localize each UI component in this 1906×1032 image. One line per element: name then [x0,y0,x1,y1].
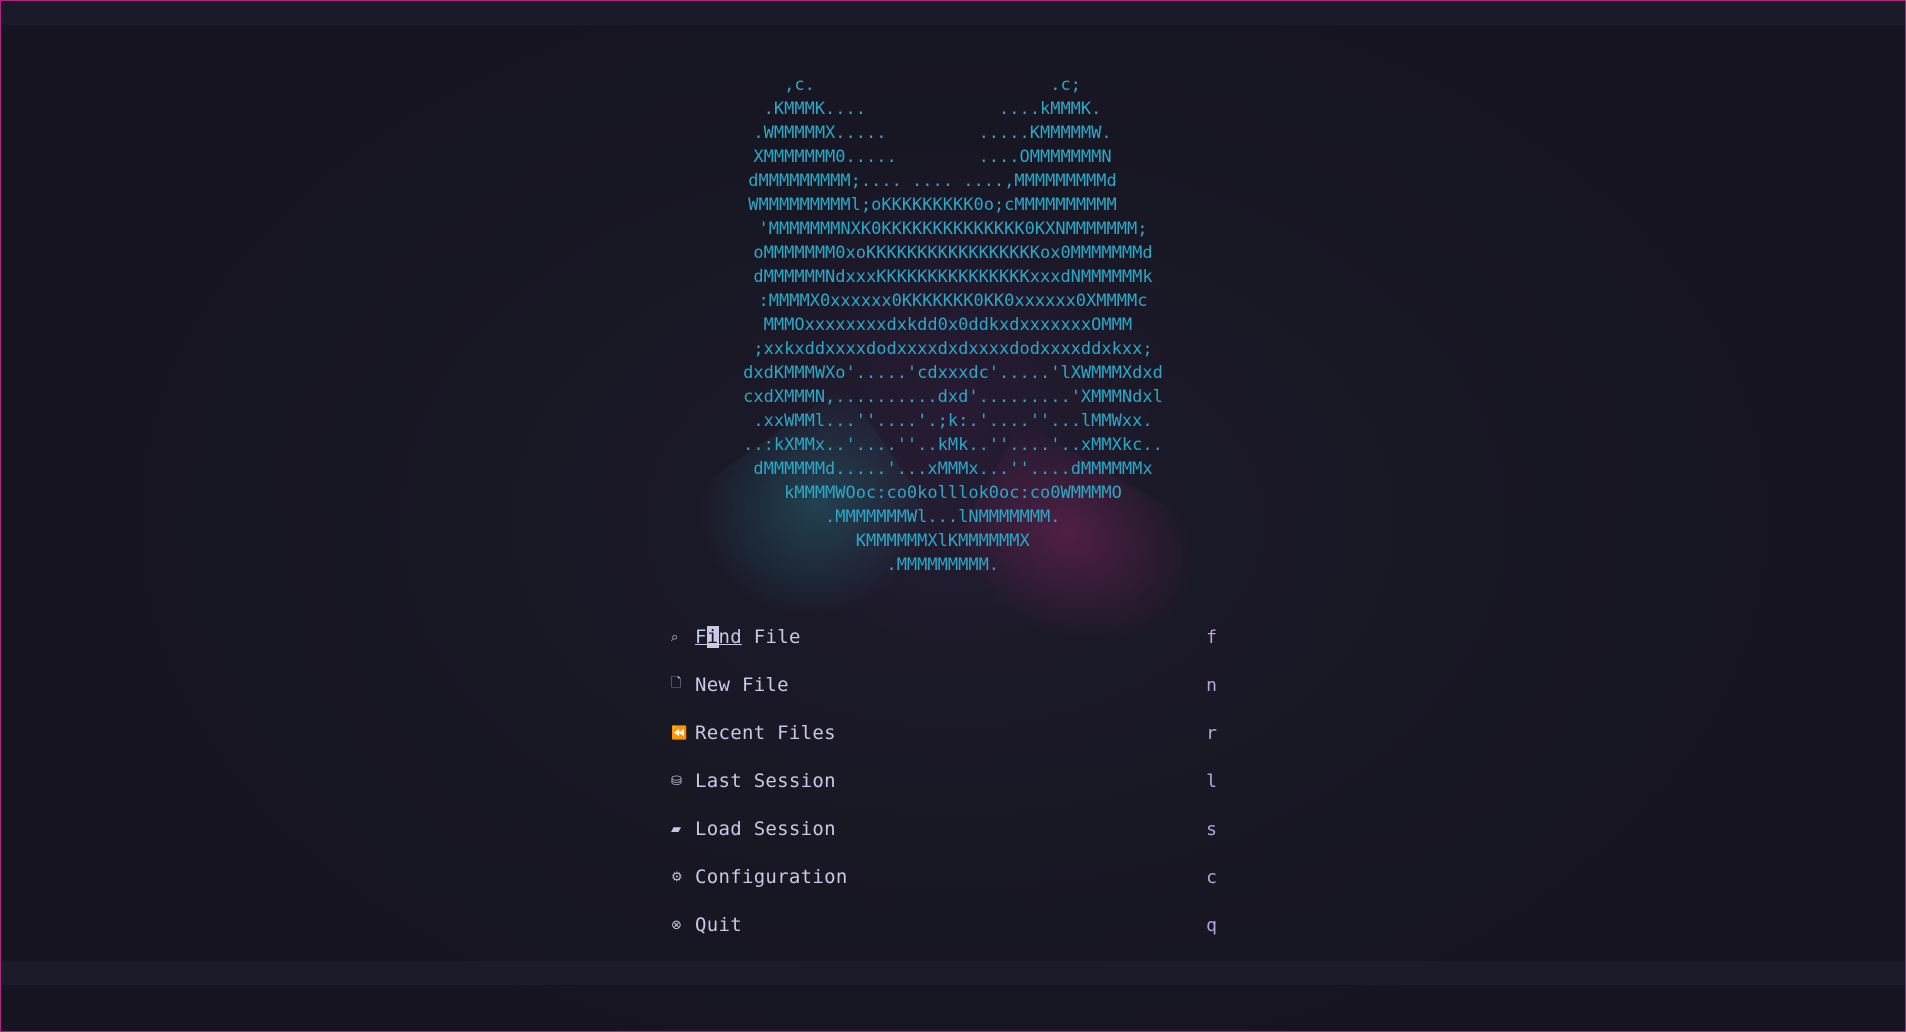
menu-item-label: Recent Files [695,722,836,744]
menu-item-find-file[interactable]: ⌕ Find File f [671,613,1227,661]
tabline [1,1,1905,25]
menu-label-first-char: F [695,626,707,648]
menu-item-new-file[interactable]: 🗋 New File n [671,661,1227,709]
menu-item-last-session[interactable]: ⛁ Last Session l [671,757,1227,805]
gear-icon: ⚙ [671,869,683,885]
menu-item-load-session[interactable]: ▰ Load Session s [671,805,1227,853]
shortcut-key: n [1206,674,1217,696]
cursor-char: i [706,626,719,648]
statusline [1,961,1905,985]
menu-item-configuration[interactable]: ⚙ Configuration c [671,853,1227,901]
file-search-icon: ⌕ [671,629,679,645]
shortcut-key: f [1206,626,1217,648]
menu-label-tail: File [741,626,801,648]
menu-item-label: Find [695,626,742,648]
session-icon: ⛁ [671,773,682,789]
ascii-logo: ,c. .c; .KMMMK.... ....kMMMK. .WMMMMMX..… [743,75,1163,575]
shortcut-key: c [1206,866,1217,888]
menu-item-label: Quit [695,914,742,936]
menu-item-quit[interactable]: ⊗ Quit q [671,901,1227,949]
shortcut-key: s [1206,818,1217,840]
menu-item-label: New File [695,674,789,696]
menu-item-label: Last Session [695,770,836,792]
dashboard-window: ,c. .c; .KMMMK.... ....kMMMK. .WMMMMMX..… [0,0,1906,1032]
menu-label-rest: nd [718,626,742,648]
folder-icon: ▰ [671,821,681,837]
shortcut-key: r [1206,722,1217,744]
menu-item-label: Configuration [695,866,848,888]
new-file-icon: 🗋 [671,676,682,691]
quit-icon: ⊗ [671,917,682,933]
menu-item-recent-files[interactable]: ⏪ Recent Files r [671,709,1227,757]
dashboard-menu: ⌕ Find File f 🗋 New File n ⏪ Recent File… [671,613,1227,949]
shortcut-key: l [1206,770,1217,792]
shortcut-key: q [1206,914,1217,936]
history-icon: ⏪ [671,725,688,741]
menu-item-label: Load Session [695,818,836,840]
